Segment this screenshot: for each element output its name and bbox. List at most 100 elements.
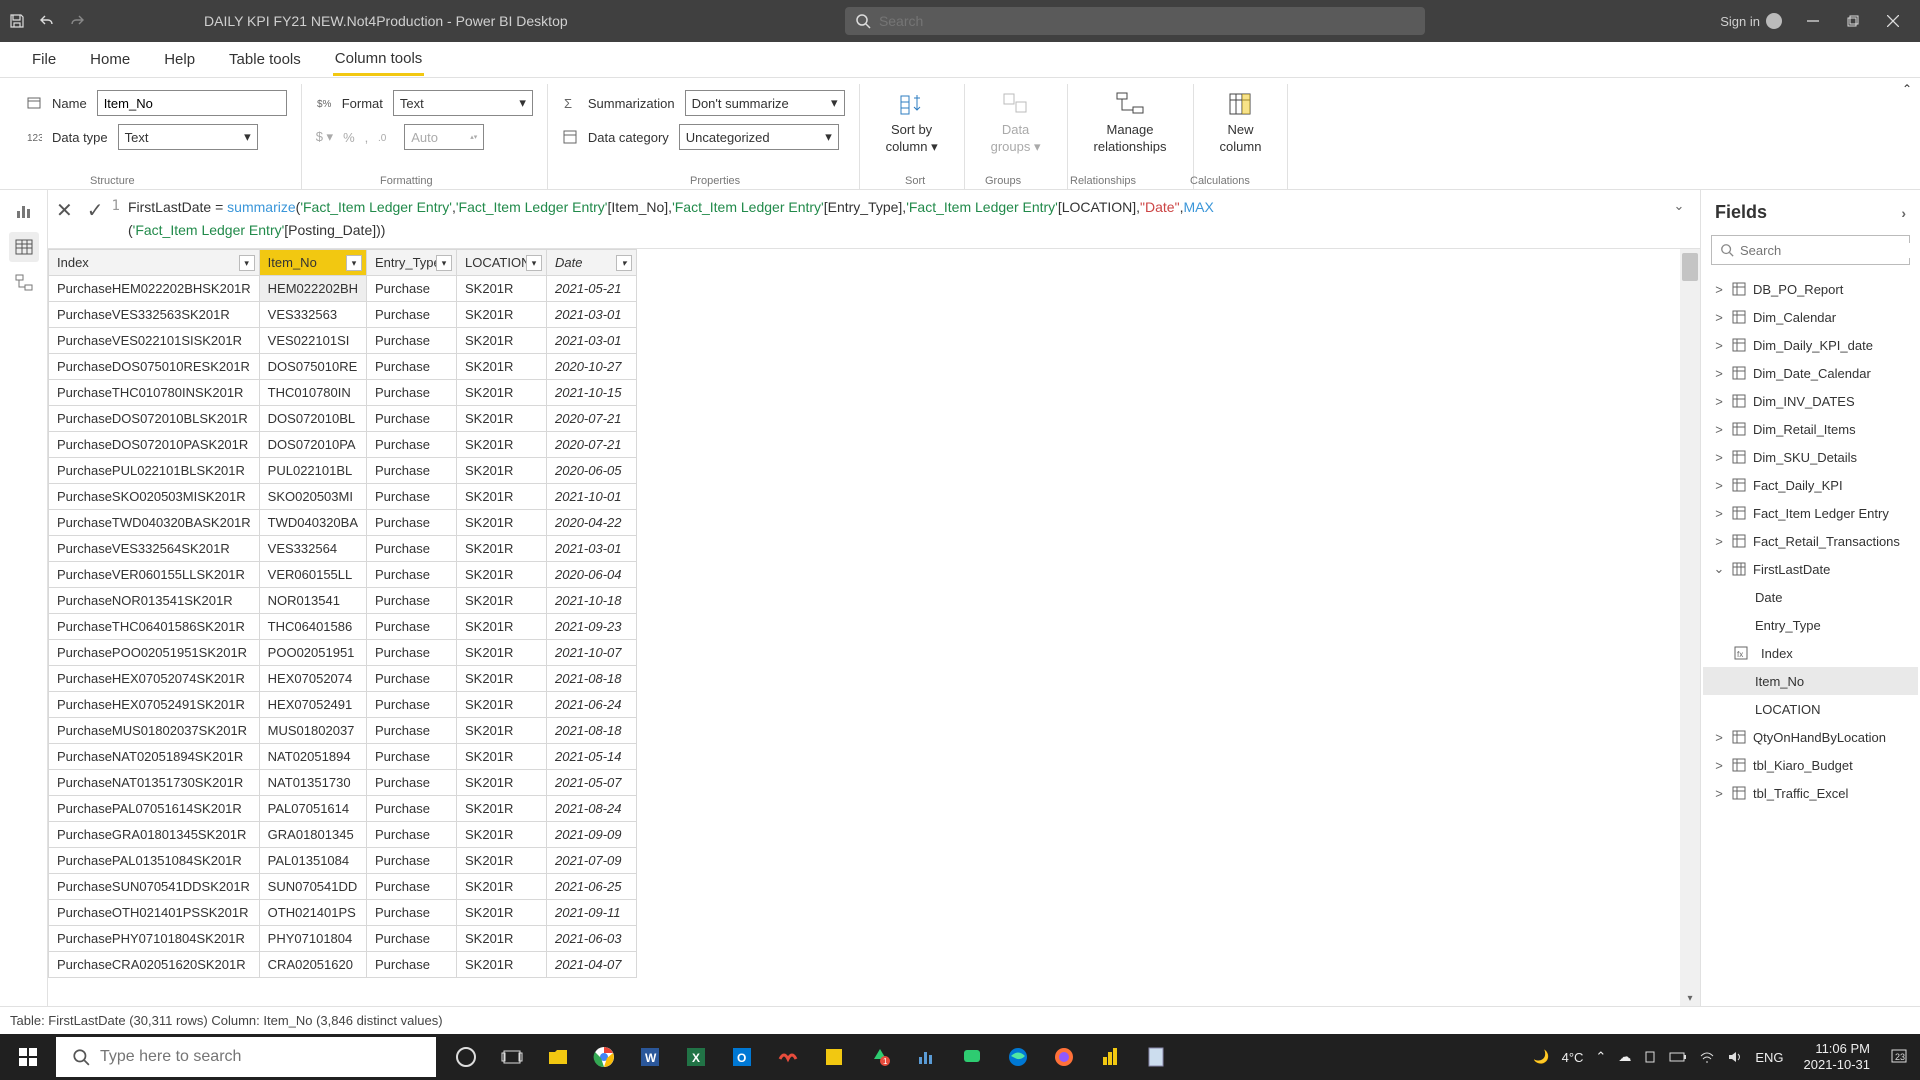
field-table-fact_daily_kpi[interactable]: >Fact_Daily_KPI [1703,471,1918,499]
cell-loc[interactable]: SK201R [457,302,547,328]
field-table-fact_retail_transactions[interactable]: >Fact_Retail_Transactions [1703,527,1918,555]
app-red-icon[interactable] [770,1039,806,1075]
cell-entry[interactable]: Purchase [367,484,457,510]
cell-entry[interactable]: Purchase [367,276,457,302]
cell-index[interactable]: PurchaseVER060155LLSK201R [49,562,260,588]
cell-index[interactable]: PurchaseOTH021401PSSK201R [49,900,260,926]
column-name-input[interactable] [97,90,287,116]
cell-item[interactable]: HEX07052074 [259,666,366,692]
cell-item[interactable]: PAL01351084 [259,848,366,874]
cell-item[interactable]: HEX07052491 [259,692,366,718]
table-row[interactable]: PurchaseVES022101SISK201RVES022101SIPurc… [49,328,637,354]
cell-loc[interactable]: SK201R [457,432,547,458]
cell-item[interactable]: PUL022101BL [259,458,366,484]
cell-item[interactable]: DOS075010RE [259,354,366,380]
cell-entry[interactable]: Purchase [367,744,457,770]
cell-entry[interactable]: Purchase [367,640,457,666]
cell-date[interactable]: 2020-10-27 [547,354,637,380]
cell-date[interactable]: 2021-08-18 [547,666,637,692]
cell-item[interactable]: VER060155LL [259,562,366,588]
volume-icon[interactable] [1727,1050,1743,1064]
currency-button[interactable]: $ ▾ [316,129,333,145]
minimize-icon[interactable] [1804,12,1822,30]
cell-entry[interactable]: Purchase [367,848,457,874]
cell-loc[interactable]: SK201R [457,510,547,536]
table-row[interactable]: PurchaseTHC06401586SK201RTHC06401586Purc… [49,614,637,640]
tab-file[interactable]: File [30,45,58,74]
word-icon[interactable]: W [632,1039,668,1075]
cell-loc[interactable]: SK201R [457,458,547,484]
table-row[interactable]: PurchaseSUN070541DDSK201RSUN070541DDPurc… [49,874,637,900]
cell-loc[interactable]: SK201R [457,406,547,432]
column-filter-icon[interactable]: ▾ [526,255,542,271]
table-row[interactable]: PurchaseHEM022202BHSK201RHEM022202BHPurc… [49,276,637,302]
cell-index[interactable]: PurchaseDOS072010BLSK201R [49,406,260,432]
table-row[interactable]: PurchaseNAT02051894SK201RNAT02051894Purc… [49,744,637,770]
cell-entry[interactable]: Purchase [367,770,457,796]
cell-date[interactable]: 2021-05-21 [547,276,637,302]
cell-loc[interactable]: SK201R [457,380,547,406]
global-search[interactable] [845,7,1425,35]
table-row[interactable]: PurchaseVER060155LLSK201RVER060155LLPurc… [49,562,637,588]
clock[interactable]: 11:06 PM 2021-10-31 [1796,1041,1879,1073]
cell-entry[interactable]: Purchase [367,822,457,848]
field-table-qtyonhandbylocation[interactable]: >QtyOnHandByLocation [1703,723,1918,751]
cell-loc[interactable]: SK201R [457,276,547,302]
cell-index[interactable]: PurchasePAL01351084SK201R [49,848,260,874]
field-column-item_no[interactable]: Item_No [1703,667,1918,695]
cell-item[interactable]: THC010780IN [259,380,366,406]
column-filter-icon[interactable]: ▾ [346,255,362,271]
cell-loc[interactable]: SK201R [457,848,547,874]
field-column-index[interactable]: fxIndex [1703,639,1918,667]
firefox-icon[interactable] [1046,1039,1082,1075]
cell-index[interactable]: PurchaseTHC06401586SK201R [49,614,260,640]
cell-index[interactable]: PurchaseHEX07052491SK201R [49,692,260,718]
table-row[interactable]: PurchaseOTH021401PSSK201ROTH021401PSPurc… [49,900,637,926]
weather-icon[interactable]: 🌙 [1533,1049,1549,1065]
table-row[interactable]: PurchasePHY07101804SK201RPHY07101804Purc… [49,926,637,952]
cell-loc[interactable]: SK201R [457,536,547,562]
app-yellow-icon[interactable] [816,1039,852,1075]
cell-entry[interactable]: Purchase [367,692,457,718]
column-header-item_no[interactable]: Item_No▾ [259,250,366,276]
cortana-icon[interactable] [448,1039,484,1075]
cell-date[interactable]: 2021-10-01 [547,484,637,510]
cell-loc[interactable]: SK201R [457,562,547,588]
app-green-icon[interactable]: 1 [862,1039,898,1075]
cell-loc[interactable]: SK201R [457,718,547,744]
cell-date[interactable]: 2021-08-24 [547,796,637,822]
cell-index[interactable]: PurchaseVES022101SISK201R [49,328,260,354]
cell-item[interactable]: NAT01351730 [259,770,366,796]
table-row[interactable]: PurchasePUL022101BLSK201RPUL022101BLPurc… [49,458,637,484]
field-table-dim_sku_details[interactable]: >Dim_SKU_Details [1703,443,1918,471]
table-row[interactable]: PurchaseTHC010780INSK201RTHC010780INPurc… [49,380,637,406]
model-view-button[interactable] [9,268,39,298]
cell-item[interactable]: DOS072010BL [259,406,366,432]
cell-item[interactable]: SUN070541DD [259,874,366,900]
sort-by-column-button[interactable]: Sort by column ▾ [874,86,950,157]
table-row[interactable]: PurchaseGRA01801345SK201RGRA01801345Purc… [49,822,637,848]
app-chat-icon[interactable] [954,1039,990,1075]
cell-date[interactable]: 2021-10-07 [547,640,637,666]
undo-icon[interactable] [38,12,56,30]
save-icon[interactable] [8,12,26,30]
onedrive-icon[interactable]: ☁ [1618,1049,1631,1065]
vertical-scrollbar[interactable]: ▴ ▾ [1680,249,1700,1006]
table-row[interactable]: PurchaseCRA02051620SK201RCRA02051620Purc… [49,952,637,978]
table-row[interactable]: PurchaseVES332564SK201RVES332564Purchase… [49,536,637,562]
cell-item[interactable]: TWD040320BA [259,510,366,536]
cell-entry[interactable]: Purchase [367,328,457,354]
notifications-icon[interactable]: 23 [1890,1048,1908,1066]
notepad-icon[interactable] [1138,1039,1174,1075]
datacategory-combo[interactable]: Uncategorized▾ [679,124,839,150]
taskview-icon[interactable] [494,1039,530,1075]
table-row[interactable]: PurchaseHEX07052074SK201RHEX07052074Purc… [49,666,637,692]
commit-formula-icon[interactable]: ✓ [87,198,104,223]
cell-index[interactable]: PurchaseVES332564SK201R [49,536,260,562]
table-row[interactable]: PurchaseTWD040320BASK201RTWD040320BAPurc… [49,510,637,536]
cell-loc[interactable]: SK201R [457,588,547,614]
field-column-entry_type[interactable]: Entry_Type [1703,611,1918,639]
cell-date[interactable]: 2021-06-24 [547,692,637,718]
cell-item[interactable]: OTH021401PS [259,900,366,926]
datatype-combo[interactable]: Text▾ [118,124,258,150]
